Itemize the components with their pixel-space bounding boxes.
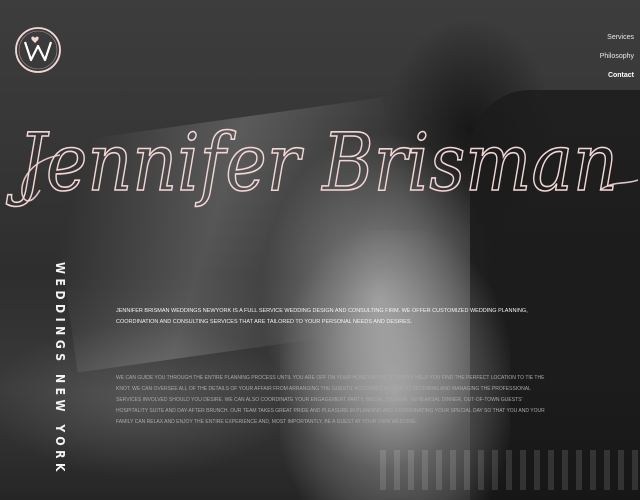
body-paragraph: WE CAN GUIDE YOU THROUGH THE ENTIRE PLAN…	[116, 375, 545, 425]
nav-item-philosophy[interactable]: Philosophy	[600, 52, 634, 61]
nav-item-contact[interactable]: Contact	[600, 71, 634, 80]
intro-paragraph: JENNIFER BRISMAN WEDDINGS NEWYORK IS A F…	[116, 308, 528, 325]
hero-page: Services Philosophy Contact Jennifer Bri…	[0, 0, 640, 500]
side-label-text: WEDDINGS NEW YORK	[53, 262, 67, 476]
brand-title: Jennifer Brisman	[5, 115, 639, 210]
nav-item-services[interactable]: Services	[600, 33, 634, 42]
background-lace	[380, 450, 640, 490]
brand-title-text: Jennifer Brisman	[6, 116, 618, 209]
main-nav: Services Philosophy Contact	[600, 33, 634, 90]
side-label-vertical: WEDDINGS NEW YORK	[53, 262, 67, 476]
logo-w-monogram-icon[interactable]	[14, 26, 62, 74]
